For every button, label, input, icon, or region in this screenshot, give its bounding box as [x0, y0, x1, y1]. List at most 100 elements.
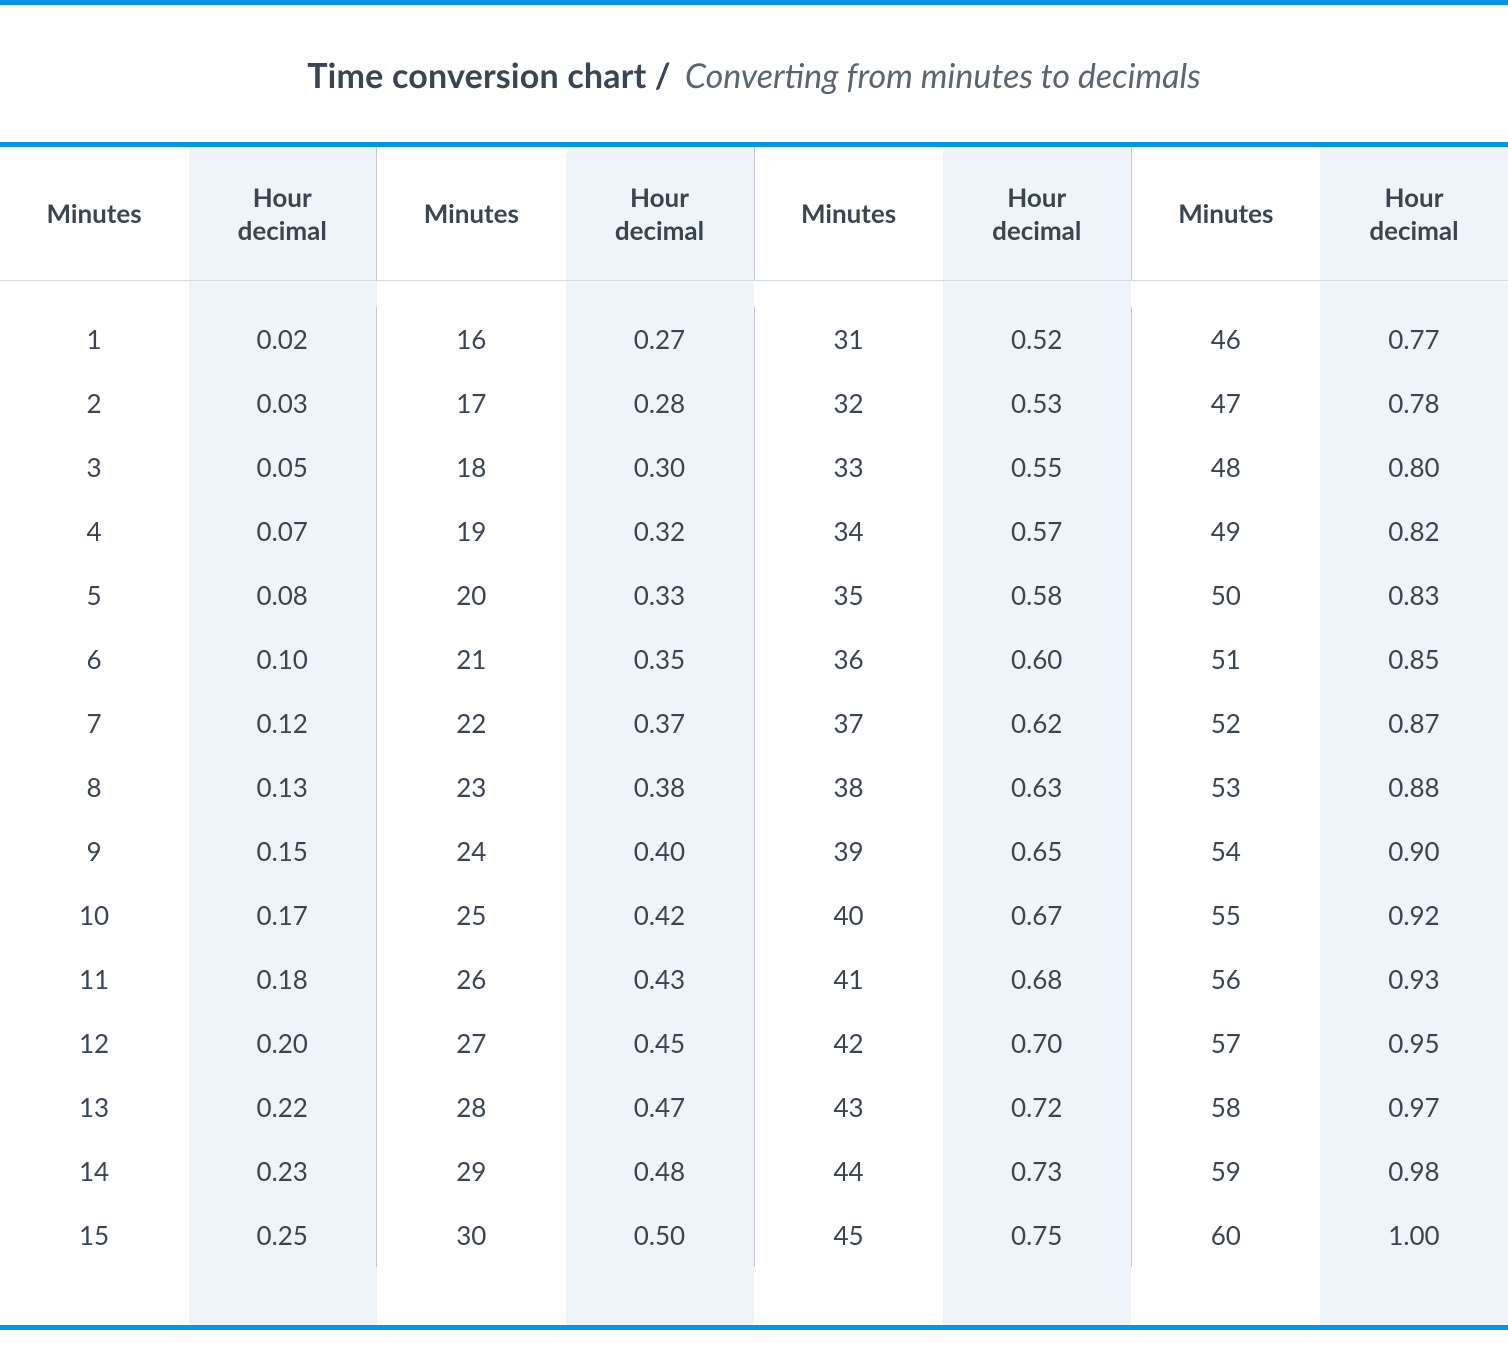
cell-decimal: 0.97 [1320, 1075, 1508, 1139]
cell-decimal: 0.78 [1320, 371, 1508, 435]
cell-decimal: 0.45 [565, 1011, 754, 1075]
cell-decimal: 0.53 [943, 371, 1132, 435]
cell-minutes: 36 [755, 627, 943, 691]
cell-decimal: 0.55 [943, 435, 1132, 499]
table-row: 130.22280.47430.72580.97 [0, 1075, 1508, 1139]
cell-minutes: 47 [1132, 371, 1320, 435]
cell-minutes: 5 [0, 563, 188, 627]
cell-minutes: 15 [0, 1203, 188, 1267]
cell-decimal: 0.13 [188, 755, 377, 819]
cell-decimal: 0.42 [565, 883, 754, 947]
cell-decimal: 0.83 [1320, 563, 1508, 627]
cell-decimal: 0.07 [188, 499, 377, 563]
cell-decimal: 0.35 [565, 627, 754, 691]
table-header-row: Minutes Hour decimal Minutes Hour decima… [0, 147, 1508, 281]
cell-minutes: 7 [0, 691, 188, 755]
table-row: 100.17250.42400.67550.92 [0, 883, 1508, 947]
table-row: 140.23290.48440.73590.98 [0, 1139, 1508, 1203]
cell-minutes: 37 [755, 691, 943, 755]
cell-minutes: 38 [755, 755, 943, 819]
cell-decimal: 0.47 [565, 1075, 754, 1139]
cell-minutes: 42 [755, 1011, 943, 1075]
cell-decimal: 0.08 [188, 563, 377, 627]
col-header-minutes: Minutes [0, 147, 188, 280]
cell-decimal: 0.20 [188, 1011, 377, 1075]
cell-decimal: 0.10 [188, 627, 377, 691]
cell-decimal: 0.33 [565, 563, 754, 627]
cell-minutes: 4 [0, 499, 188, 563]
chart-title-separator: / [647, 55, 679, 96]
cell-minutes: 51 [1132, 627, 1320, 691]
cell-decimal: 0.93 [1320, 947, 1508, 1011]
cell-minutes: 43 [755, 1075, 943, 1139]
cell-minutes: 35 [755, 563, 943, 627]
cell-decimal: 0.95 [1320, 1011, 1508, 1075]
cell-decimal: 0.25 [188, 1203, 377, 1267]
col-header-minutes: Minutes [755, 147, 943, 280]
chart-title-main: Time conversion chart [307, 55, 646, 96]
cell-decimal: 0.68 [943, 947, 1132, 1011]
cell-decimal: 0.90 [1320, 819, 1508, 883]
chart-title: Time conversion chart / Converting from … [0, 5, 1508, 142]
conversion-table: Minutes Hour decimal Minutes Hour decima… [0, 147, 1508, 1330]
cell-decimal: 0.28 [565, 371, 754, 435]
cell-minutes: 28 [377, 1075, 565, 1139]
cell-decimal: 0.22 [188, 1075, 377, 1139]
cell-minutes: 8 [0, 755, 188, 819]
divider-accent [0, 1325, 1508, 1330]
cell-minutes: 32 [755, 371, 943, 435]
cell-minutes: 25 [377, 883, 565, 947]
cell-decimal: 0.30 [565, 435, 754, 499]
cell-minutes: 17 [377, 371, 565, 435]
cell-decimal: 0.82 [1320, 499, 1508, 563]
cell-minutes: 46 [1132, 307, 1320, 371]
cell-decimal: 0.75 [943, 1203, 1132, 1267]
cell-decimal: 0.05 [188, 435, 377, 499]
cell-decimal: 0.12 [188, 691, 377, 755]
cell-minutes: 18 [377, 435, 565, 499]
cell-minutes: 56 [1132, 947, 1320, 1011]
cell-decimal: 0.40 [565, 819, 754, 883]
cell-decimal: 0.15 [188, 819, 377, 883]
cell-minutes: 22 [377, 691, 565, 755]
table-row: 90.15240.40390.65540.90 [0, 819, 1508, 883]
col-header-minutes: Minutes [377, 147, 565, 280]
cell-decimal: 0.48 [565, 1139, 754, 1203]
cell-decimal: 0.52 [943, 307, 1132, 371]
cell-minutes: 9 [0, 819, 188, 883]
cell-minutes: 41 [755, 947, 943, 1011]
cell-minutes: 55 [1132, 883, 1320, 947]
cell-minutes: 2 [0, 371, 188, 435]
cell-decimal: 0.92 [1320, 883, 1508, 947]
time-conversion-chart: Time conversion chart / Converting from … [0, 0, 1508, 1330]
cell-decimal: 0.67 [943, 883, 1132, 947]
cell-minutes: 12 [0, 1011, 188, 1075]
table-row: 80.13230.38380.63530.88 [0, 755, 1508, 819]
table-row: 50.08200.33350.58500.83 [0, 563, 1508, 627]
cell-decimal: 0.77 [1320, 307, 1508, 371]
cell-minutes: 13 [0, 1075, 188, 1139]
table-row: 110.18260.43410.68560.93 [0, 947, 1508, 1011]
chart-title-sub: Converting from minutes to decimals [685, 55, 1201, 96]
table-row: 40.07190.32340.57490.82 [0, 499, 1508, 563]
cell-minutes: 27 [377, 1011, 565, 1075]
cell-minutes: 39 [755, 819, 943, 883]
cell-minutes: 50 [1132, 563, 1320, 627]
table-row: 70.12220.37370.62520.87 [0, 691, 1508, 755]
cell-minutes: 11 [0, 947, 188, 1011]
cell-decimal: 0.32 [565, 499, 754, 563]
cell-minutes: 3 [0, 435, 188, 499]
cell-minutes: 57 [1132, 1011, 1320, 1075]
cell-decimal: 0.23 [188, 1139, 377, 1203]
cell-decimal: 0.03 [188, 371, 377, 435]
cell-minutes: 33 [755, 435, 943, 499]
cell-minutes: 6 [0, 627, 188, 691]
cell-minutes: 23 [377, 755, 565, 819]
col-header-decimal: Hour decimal [188, 147, 377, 280]
cell-minutes: 31 [755, 307, 943, 371]
table-row: 20.03170.28320.53470.78 [0, 371, 1508, 435]
col-header-decimal: Hour decimal [1320, 147, 1508, 280]
cell-decimal: 0.62 [943, 691, 1132, 755]
cell-decimal: 0.37 [565, 691, 754, 755]
table-row: 120.20270.45420.70570.95 [0, 1011, 1508, 1075]
